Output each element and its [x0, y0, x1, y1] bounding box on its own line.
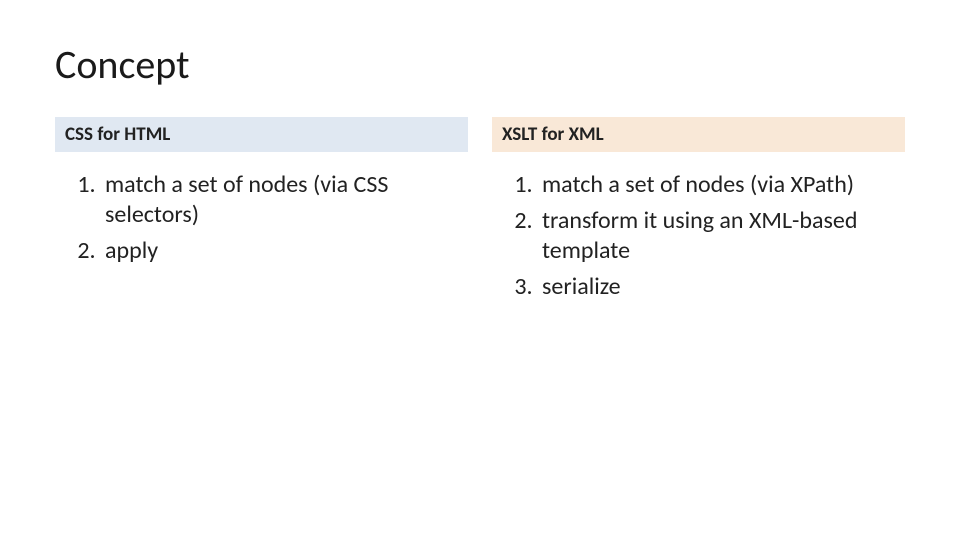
list-item: transform it using an XML-based template — [538, 206, 905, 266]
left-list: match a set of nodes (via CSS selectors)… — [55, 170, 468, 266]
column-right: XSLT for XML match a set of nodes (via X… — [492, 117, 905, 308]
right-list: match a set of nodes (via XPath) transfo… — [492, 170, 905, 302]
list-item: match a set of nodes (via XPath) — [538, 170, 905, 200]
list-item: apply — [101, 236, 468, 266]
slide: Concept CSS for HTML match a set of node… — [0, 0, 960, 540]
slide-title: Concept — [55, 40, 905, 89]
column-left: CSS for HTML match a set of nodes (via C… — [55, 117, 468, 308]
left-heading: CSS for HTML — [55, 117, 468, 152]
right-heading: XSLT for XML — [492, 117, 905, 152]
columns: CSS for HTML match a set of nodes (via C… — [55, 117, 905, 308]
list-item: serialize — [538, 272, 905, 302]
list-item: match a set of nodes (via CSS selectors) — [101, 170, 468, 230]
